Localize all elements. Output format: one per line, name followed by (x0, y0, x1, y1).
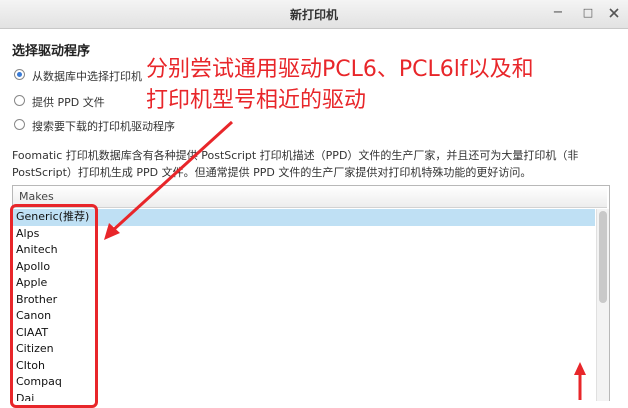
annotation-arrow-left (109, 120, 234, 234)
annotation-line-2: 打印机型号相近的驱动 (146, 88, 367, 113)
annotation-arrowhead-bottom (574, 362, 586, 375)
annotation-line-1: 分别尝试通用驱动PCL6、PCL6lf以及和 (146, 57, 534, 82)
annotation-text: 分别尝试通用驱动PCL6、PCL6lf以及和 打印机型号相近的驱动 (146, 54, 616, 116)
